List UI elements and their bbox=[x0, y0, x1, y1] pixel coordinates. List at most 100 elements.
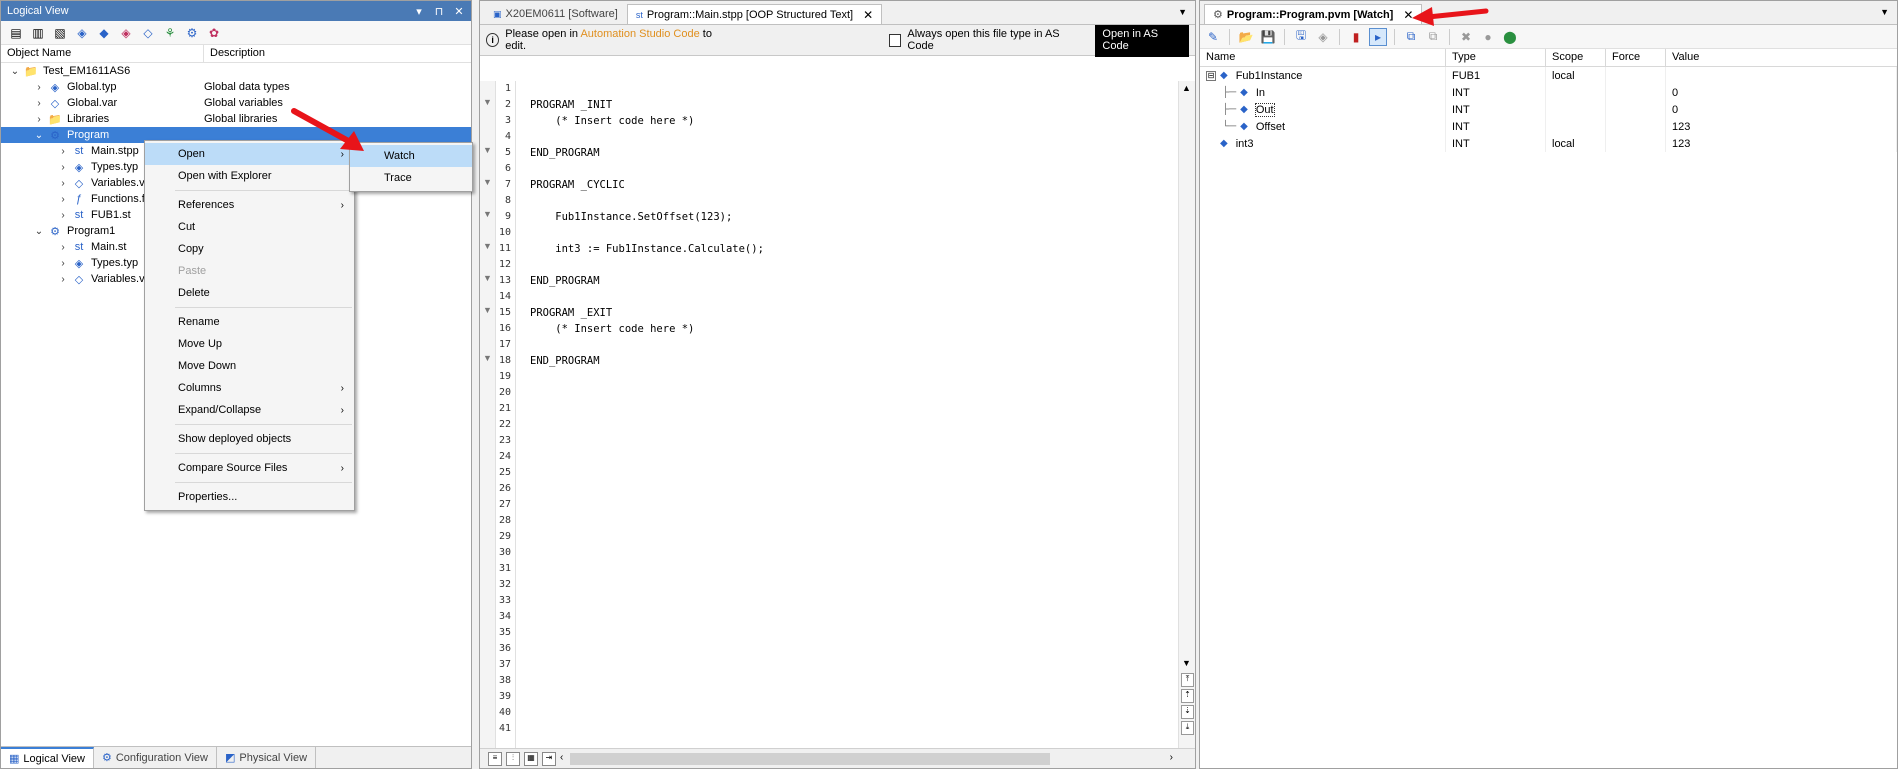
watch-cell-value[interactable]: 0 bbox=[1666, 84, 1897, 101]
code-line[interactable]: Fub1Instance.SetOffset(123); bbox=[530, 209, 1178, 225]
fold-marker-icon[interactable] bbox=[480, 113, 495, 129]
menu-item-copy[interactable]: Copy bbox=[145, 238, 354, 260]
menu-item-move-up[interactable]: Move Up bbox=[145, 333, 354, 355]
fold-marker-icon[interactable] bbox=[480, 401, 495, 417]
fold-marker-icon[interactable] bbox=[480, 657, 495, 673]
view-list-icon[interactable]: ▤ bbox=[7, 24, 25, 42]
watch-cell-force[interactable] bbox=[1606, 135, 1666, 152]
fold-marker-icon[interactable] bbox=[480, 689, 495, 705]
scroll-left-icon[interactable]: ‹ bbox=[560, 752, 563, 763]
fold-marker-icon[interactable] bbox=[480, 449, 495, 465]
fold-marker-icon[interactable] bbox=[480, 465, 495, 481]
fold-marker-icon[interactable]: ▼ bbox=[480, 145, 495, 161]
expand-toggle-icon[interactable]: › bbox=[55, 178, 71, 189]
fold-marker-icon[interactable] bbox=[480, 481, 495, 497]
tab-list-dropdown-icon[interactable]: ▼ bbox=[1178, 7, 1187, 17]
save-as-icon[interactable]: 🖫 bbox=[1292, 28, 1310, 46]
edit-object-icon[interactable]: ◇ bbox=[139, 24, 157, 42]
tree-item[interactable]: › ◈ Global.typ Global data types bbox=[1, 79, 471, 95]
scroll-right-icon[interactable]: › bbox=[1170, 752, 1173, 763]
edit-icon[interactable]: ✎ bbox=[1204, 28, 1222, 46]
expand-toggle-icon[interactable]: › bbox=[31, 82, 47, 93]
menu-item-compare-source-files[interactable]: Compare Source Files › bbox=[145, 457, 354, 479]
watch-cell-force[interactable] bbox=[1606, 118, 1666, 135]
menu-item-columns[interactable]: Columns › bbox=[145, 377, 354, 399]
menu-item-references[interactable]: References › bbox=[145, 194, 354, 216]
vertical-scrollbar[interactable]: ▲ ▼ ⤒ ⇡ ⇣ ⤓ bbox=[1178, 81, 1195, 748]
expand-toggle-icon[interactable]: › bbox=[55, 194, 71, 205]
column-description[interactable]: Description bbox=[204, 45, 471, 62]
save-icon[interactable]: 💾 bbox=[1259, 28, 1277, 46]
watch-row[interactable]: ├─ ◆ In INT 0 bbox=[1200, 84, 1897, 101]
menu-item-delete[interactable]: Delete bbox=[145, 282, 354, 304]
menu-item-open-with-explorer[interactable]: Open with Explorer bbox=[145, 165, 354, 187]
collapse-icon[interactable]: ⊟ bbox=[1206, 70, 1216, 81]
tab-logical-view[interactable]: ▦ Logical View bbox=[1, 747, 94, 768]
menu-item-expand-collapse[interactable]: Expand/Collapse › bbox=[145, 399, 354, 421]
fold-marker-icon[interactable] bbox=[480, 225, 495, 241]
fold-marker-icon[interactable]: ▼ bbox=[480, 353, 495, 369]
code-line[interactable] bbox=[530, 337, 1178, 353]
view-mode-3-icon[interactable]: ▦ bbox=[524, 751, 538, 766]
expand-toggle-icon[interactable]: ⌄ bbox=[7, 66, 23, 77]
fold-marker-icon[interactable] bbox=[480, 385, 495, 401]
clear-icon[interactable]: ◈ bbox=[1314, 28, 1332, 46]
column-object-name[interactable]: Object Name bbox=[1, 45, 204, 62]
watch-cell-value[interactable]: 123 bbox=[1666, 118, 1897, 135]
watch-row[interactable]: └─ ◆ Offset INT 123 bbox=[1200, 118, 1897, 135]
tab-list-dropdown-icon[interactable]: ▼ bbox=[1880, 7, 1889, 17]
close-icon[interactable]: ✕ bbox=[453, 5, 465, 18]
watch-row[interactable]: ⊟ ◆ Fub1Instance FUB1 local bbox=[1200, 67, 1897, 84]
scroll-down-icon[interactable]: ▼ bbox=[1182, 658, 1191, 668]
tree-item[interactable]: ⌄ 📁 Test_EM1611AS6 bbox=[1, 63, 471, 79]
fold-marker-icon[interactable]: ▼ bbox=[480, 97, 495, 113]
record-icon[interactable]: ● bbox=[1479, 28, 1497, 46]
code-line[interactable]: int3 := Fub1Instance.Calculate(); bbox=[530, 241, 1178, 257]
watch-row[interactable]: ◆ int3 INT local 123 bbox=[1200, 135, 1897, 152]
code-editor[interactable]: ▼ ▼ ▼ ▼ ▼ ▼ ▼ ▼ 1 2 3 4 5 6 7 8 9 10 11 12 13 14 15 16 17 18 19 20… bbox=[480, 81, 1195, 748]
library-icon[interactable]: ⚘ bbox=[161, 24, 179, 42]
menu-item-rename[interactable]: Rename bbox=[145, 311, 354, 333]
watch-cell-value[interactable]: 0 bbox=[1666, 101, 1897, 118]
pin-icon[interactable]: ⊓ bbox=[433, 5, 445, 18]
watch-cell-value[interactable] bbox=[1666, 67, 1897, 84]
code-line[interactable]: PROGRAM _INIT bbox=[530, 97, 1178, 113]
horizontal-scroll-thumb[interactable] bbox=[570, 753, 1050, 765]
watch-cell-force[interactable] bbox=[1606, 84, 1666, 101]
delete-icon[interactable]: ✖ bbox=[1457, 28, 1475, 46]
tab-watch[interactable]: ⚙ Program::Program.pvm [Watch] ✕ bbox=[1204, 4, 1423, 24]
fold-marker-icon[interactable] bbox=[480, 545, 495, 561]
pane-menu-icon[interactable]: ▾ bbox=[413, 5, 425, 18]
watch-cell-force[interactable] bbox=[1606, 101, 1666, 118]
bookmark-next-icon[interactable]: ⇣ bbox=[1181, 705, 1194, 719]
view-mode-1-icon[interactable]: ≡ bbox=[488, 751, 502, 766]
editor-tab[interactable]: ▣ X20EM0611 [Software] bbox=[484, 4, 627, 24]
insert-object-icon[interactable]: ◈ bbox=[117, 24, 135, 42]
tree-item[interactable]: › ◇ Global.var Global variables bbox=[1, 95, 471, 111]
code-line[interactable]: END_PROGRAM bbox=[530, 353, 1178, 369]
always-open-checkbox[interactable] bbox=[889, 33, 902, 47]
watch-row[interactable]: ├─ ◆ Out INT 0 bbox=[1200, 101, 1897, 118]
tab-configuration-view[interactable]: ⚙ Configuration View bbox=[94, 747, 217, 768]
code-line[interactable]: PROGRAM _CYCLIC bbox=[530, 177, 1178, 193]
view-mode-4-icon[interactable]: ⇥ bbox=[542, 751, 556, 766]
fold-marker-icon[interactable]: ▼ bbox=[480, 305, 495, 321]
force-icon[interactable]: ⬤ bbox=[1501, 28, 1519, 46]
column-type[interactable]: Type bbox=[1446, 49, 1546, 67]
view-icons-icon[interactable]: ▧ bbox=[51, 24, 69, 42]
fold-marker-icon[interactable]: ▼ bbox=[480, 273, 495, 289]
view-details-icon[interactable]: ▥ bbox=[29, 24, 47, 42]
bookmark-prev-icon[interactable]: ⇡ bbox=[1181, 689, 1194, 703]
code-line[interactable] bbox=[530, 129, 1178, 145]
menu-item-properties[interactable]: Properties... bbox=[145, 486, 354, 508]
fold-marker-icon[interactable] bbox=[480, 593, 495, 609]
column-name[interactable]: Name bbox=[1200, 49, 1446, 67]
fold-marker-icon[interactable] bbox=[480, 561, 495, 577]
column-value[interactable]: Value bbox=[1666, 49, 1897, 67]
code-line[interactable]: (* Insert code here *) bbox=[530, 321, 1178, 337]
expand-toggle-icon[interactable]: ⌄ bbox=[31, 130, 47, 141]
fold-marker-icon[interactable] bbox=[480, 609, 495, 625]
menu-item-move-down[interactable]: Move Down bbox=[145, 355, 354, 377]
watch-cell-value[interactable]: 123 bbox=[1666, 135, 1897, 152]
menu-item-cut[interactable]: Cut bbox=[145, 216, 354, 238]
